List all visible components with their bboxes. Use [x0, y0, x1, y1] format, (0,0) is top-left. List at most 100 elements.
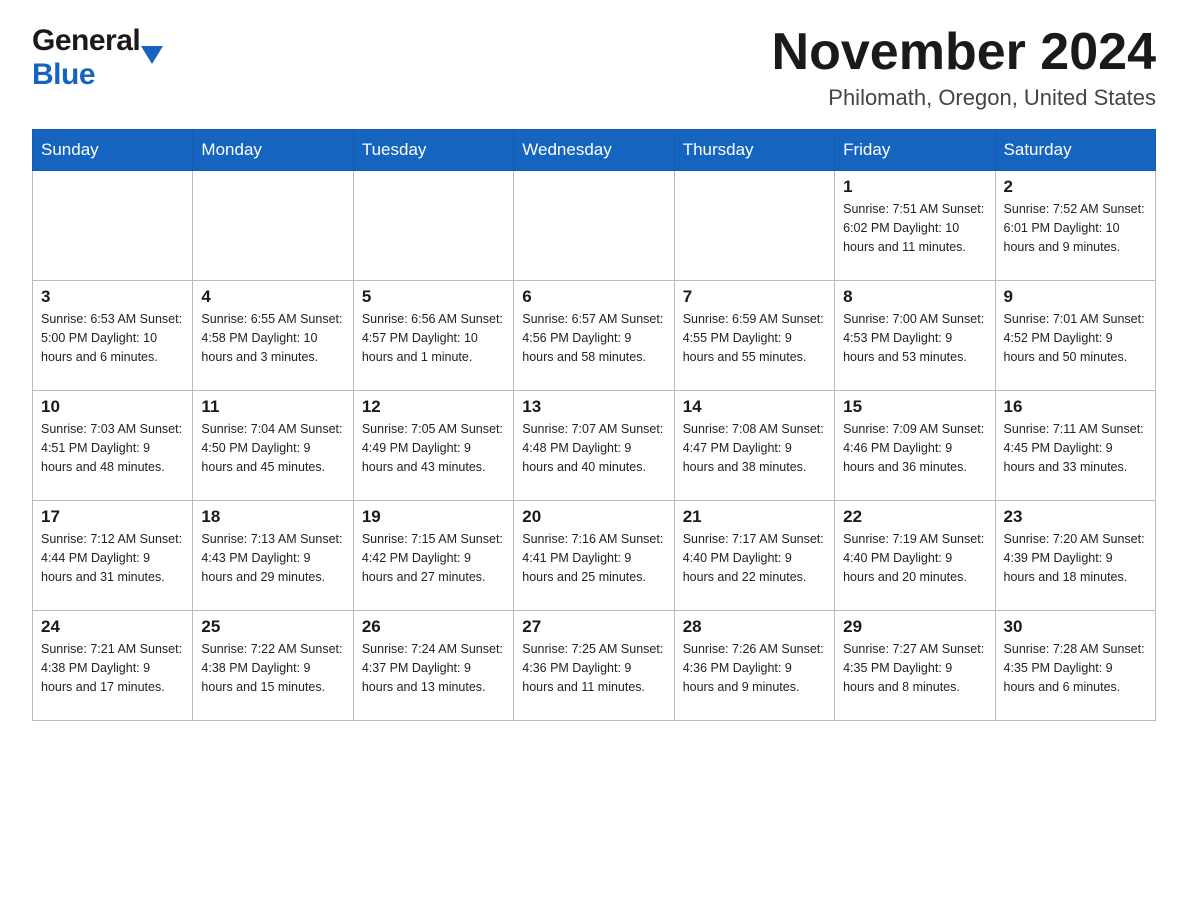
day-number: 7 [683, 287, 826, 307]
day-info: Sunrise: 7:20 AM Sunset: 4:39 PM Dayligh… [1004, 530, 1147, 586]
day-number: 24 [41, 617, 184, 637]
day-number: 29 [843, 617, 986, 637]
day-number: 14 [683, 397, 826, 417]
week-row-4: 17 Sunrise: 7:12 AM Sunset: 4:44 PM Dayli… [33, 501, 1156, 611]
day-number: 10 [41, 397, 184, 417]
day-cell: 27Sunrise: 7:25 AM Sunset: 4:36 PM Dayli… [514, 611, 674, 721]
day-cell: 30 Sunrise: 7:28 AM Sunset: 4:35 PM Dayli… [995, 611, 1155, 721]
day-info: Sunrise: 7:52 AM Sunset: 6:01 PM Dayligh… [1004, 200, 1147, 256]
day-number: 6 [522, 287, 665, 307]
day-number: 23 [1004, 507, 1147, 527]
week-row-1: 1Sunrise: 7:51 AM Sunset: 6:02 PM Daylig… [33, 171, 1156, 281]
day-cell [193, 171, 353, 281]
day-cell: 8Sunrise: 7:00 AM Sunset: 4:53 PM Daylig… [835, 281, 995, 391]
day-cell: 24 Sunrise: 7:21 AM Sunset: 4:38 PM Dayli… [33, 611, 193, 721]
day-cell: 26 Sunrise: 7:24 AM Sunset: 4:37 PM Dayli… [353, 611, 513, 721]
day-info: Sunrise: 7:25 AM Sunset: 4:36 PM Dayligh… [522, 640, 665, 696]
day-number: 11 [201, 397, 344, 417]
day-cell: 3Sunrise: 6:53 AM Sunset: 5:00 PM Daylig… [33, 281, 193, 391]
day-cell [514, 171, 674, 281]
weekday-header-row: SundayMondayTuesdayWednesdayThursdayFrid… [33, 130, 1156, 171]
day-info: Sunrise: 7:03 AM Sunset: 4:51 PM Dayligh… [41, 420, 184, 476]
day-number: 19 [362, 507, 505, 527]
logo-blue: Blue [32, 58, 95, 91]
day-info: Sunrise: 7:24 AM Sunset: 4:37 PM Dayligh… [362, 640, 505, 696]
day-number: 25 [201, 617, 344, 637]
weekday-header-wednesday: Wednesday [514, 130, 674, 171]
logo: General Blue [32, 24, 163, 92]
day-number: 16 [1004, 397, 1147, 417]
day-info: Sunrise: 7:12 AM Sunset: 4:44 PM Dayligh… [41, 530, 184, 586]
day-cell: 19 Sunrise: 7:15 AM Sunset: 4:42 PM Dayli… [353, 501, 513, 611]
day-info: Sunrise: 7:26 AM Sunset: 4:36 PM Dayligh… [683, 640, 826, 696]
day-cell: 7 Sunrise: 6:59 AM Sunset: 4:55 PM Daylig… [674, 281, 834, 391]
day-cell: 2Sunrise: 7:52 AM Sunset: 6:01 PM Daylig… [995, 171, 1155, 281]
day-number: 1 [843, 177, 986, 197]
day-number: 22 [843, 507, 986, 527]
day-cell: 23 Sunrise: 7:20 AM Sunset: 4:39 PM Dayli… [995, 501, 1155, 611]
day-cell [674, 171, 834, 281]
day-number: 30 [1004, 617, 1147, 637]
day-cell: 20 Sunrise: 7:16 AM Sunset: 4:41 PM Dayli… [514, 501, 674, 611]
weekday-header-friday: Friday [835, 130, 995, 171]
day-number: 15 [843, 397, 986, 417]
day-cell: 11 Sunrise: 7:04 AM Sunset: 4:50 PM Dayli… [193, 391, 353, 501]
day-number: 4 [201, 287, 344, 307]
weekday-header-monday: Monday [193, 130, 353, 171]
day-info: Sunrise: 6:59 AM Sunset: 4:55 PM Dayligh… [683, 310, 826, 366]
day-number: 21 [683, 507, 826, 527]
day-number: 5 [362, 287, 505, 307]
day-cell: 13Sunrise: 7:07 AM Sunset: 4:48 PM Dayli… [514, 391, 674, 501]
day-number: 9 [1004, 287, 1147, 307]
logo-arrow-icon [141, 46, 163, 64]
day-info: Sunrise: 6:56 AM Sunset: 4:57 PM Dayligh… [362, 310, 505, 366]
day-number: 18 [201, 507, 344, 527]
day-cell: 25 Sunrise: 7:22 AM Sunset: 4:38 PM Dayli… [193, 611, 353, 721]
day-cell [33, 171, 193, 281]
day-number: 13 [522, 397, 665, 417]
weekday-header-saturday: Saturday [995, 130, 1155, 171]
day-cell: 18 Sunrise: 7:13 AM Sunset: 4:43 PM Dayli… [193, 501, 353, 611]
page-header: General Blue November 2024 Philomath, Or… [32, 24, 1156, 111]
day-info: Sunrise: 7:13 AM Sunset: 4:43 PM Dayligh… [201, 530, 344, 586]
day-info: Sunrise: 7:22 AM Sunset: 4:38 PM Dayligh… [201, 640, 344, 696]
day-cell: 22 Sunrise: 7:19 AM Sunset: 4:40 PM Dayli… [835, 501, 995, 611]
day-cell: 10 Sunrise: 7:03 AM Sunset: 4:51 PM Dayli… [33, 391, 193, 501]
day-cell: 21Sunrise: 7:17 AM Sunset: 4:40 PM Dayli… [674, 501, 834, 611]
day-number: 28 [683, 617, 826, 637]
day-info: Sunrise: 7:15 AM Sunset: 4:42 PM Dayligh… [362, 530, 505, 586]
day-info: Sunrise: 7:05 AM Sunset: 4:49 PM Dayligh… [362, 420, 505, 476]
location: Philomath, Oregon, United States [772, 85, 1156, 111]
day-number: 17 [41, 507, 184, 527]
day-cell: 4Sunrise: 6:55 AM Sunset: 4:58 PM Daylig… [193, 281, 353, 391]
day-cell [353, 171, 513, 281]
day-number: 26 [362, 617, 505, 637]
day-cell: 28 Sunrise: 7:26 AM Sunset: 4:36 PM Dayli… [674, 611, 834, 721]
day-info: Sunrise: 7:01 AM Sunset: 4:52 PM Dayligh… [1004, 310, 1147, 366]
day-info: Sunrise: 7:19 AM Sunset: 4:40 PM Dayligh… [843, 530, 986, 586]
day-info: Sunrise: 6:53 AM Sunset: 5:00 PM Dayligh… [41, 310, 184, 366]
day-cell: 29 Sunrise: 7:27 AM Sunset: 4:35 PM Dayli… [835, 611, 995, 721]
day-number: 20 [522, 507, 665, 527]
day-info: Sunrise: 7:08 AM Sunset: 4:47 PM Dayligh… [683, 420, 826, 476]
day-info: Sunrise: 7:09 AM Sunset: 4:46 PM Dayligh… [843, 420, 986, 476]
weekday-header-sunday: Sunday [33, 130, 193, 171]
day-cell: 14 Sunrise: 7:08 AM Sunset: 4:47 PM Dayli… [674, 391, 834, 501]
day-cell: 9 Sunrise: 7:01 AM Sunset: 4:52 PM Daylig… [995, 281, 1155, 391]
day-info: Sunrise: 7:00 AM Sunset: 4:53 PM Dayligh… [843, 310, 986, 366]
month-title: November 2024 [772, 24, 1156, 81]
day-cell: 16 Sunrise: 7:11 AM Sunset: 4:45 PM Dayli… [995, 391, 1155, 501]
day-cell: 17 Sunrise: 7:12 AM Sunset: 4:44 PM Dayli… [33, 501, 193, 611]
day-cell: 6Sunrise: 6:57 AM Sunset: 4:56 PM Daylig… [514, 281, 674, 391]
week-row-2: 3Sunrise: 6:53 AM Sunset: 5:00 PM Daylig… [33, 281, 1156, 391]
day-cell: 12 Sunrise: 7:05 AM Sunset: 4:49 PM Dayli… [353, 391, 513, 501]
day-info: Sunrise: 7:04 AM Sunset: 4:50 PM Dayligh… [201, 420, 344, 476]
day-info: Sunrise: 7:16 AM Sunset: 4:41 PM Dayligh… [522, 530, 665, 586]
title-area: November 2024 Philomath, Oregon, United … [772, 24, 1156, 111]
day-number: 12 [362, 397, 505, 417]
day-info: Sunrise: 7:28 AM Sunset: 4:35 PM Dayligh… [1004, 640, 1147, 696]
day-info: Sunrise: 7:21 AM Sunset: 4:38 PM Dayligh… [41, 640, 184, 696]
weekday-header-tuesday: Tuesday [353, 130, 513, 171]
day-info: Sunrise: 7:11 AM Sunset: 4:45 PM Dayligh… [1004, 420, 1147, 476]
day-info: Sunrise: 7:27 AM Sunset: 4:35 PM Dayligh… [843, 640, 986, 696]
